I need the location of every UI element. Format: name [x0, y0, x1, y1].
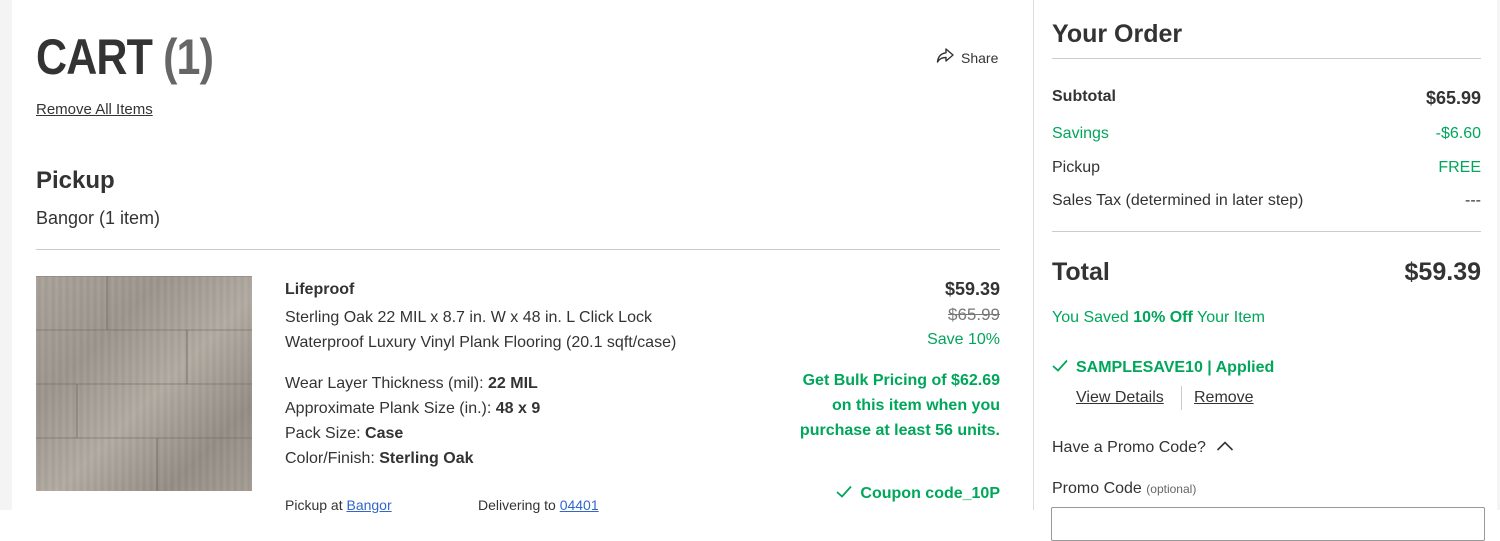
chevron-up-icon	[1216, 439, 1234, 457]
promo-applied-label: SAMPLESAVE10 | Applied	[1076, 359, 1275, 376]
delivery-zip-link[interactable]: 04401	[560, 497, 599, 513]
spec-row: Wear Layer Thickness (mil): 22 MIL	[285, 375, 538, 392]
spec-value: Case	[365, 425, 404, 442]
remove-promo-link[interactable]: Remove	[1194, 389, 1254, 407]
cart-count: (1)	[163, 29, 214, 85]
item-save-text: Save 10%	[927, 331, 1000, 348]
share-icon	[936, 48, 954, 67]
link-separator	[1181, 386, 1182, 410]
subtotal-value: $65.99	[1425, 88, 1481, 108]
savings-row: Savings -$6.60	[1052, 125, 1481, 143]
savings-value: -$6.60	[1435, 125, 1481, 142]
spec-value: 22 MIL	[488, 375, 538, 392]
spec-value: 48 x 9	[495, 400, 541, 417]
order-divider	[1052, 58, 1481, 59]
subtotal-row: Subtotal $65.99	[1052, 88, 1481, 109]
delivering-to-line: Delivering to 04401	[478, 497, 599, 513]
pickup-fee-value: FREE	[1438, 159, 1481, 176]
promo-code-toggle-label: Have a Promo Code?	[1052, 439, 1206, 456]
order-divider	[1052, 231, 1481, 232]
coupon-label: Coupon code_10P	[860, 485, 1000, 502]
total-row: Total $59.39	[1052, 258, 1481, 287]
pickup-store-link[interactable]: Bangor	[346, 497, 391, 513]
item-was-price: $65.99	[948, 305, 1000, 324]
sales-tax-row: Sales Tax (determined in later step) ---	[1052, 192, 1481, 210]
spec-row: Pack Size: Case	[285, 425, 404, 442]
section-divider	[36, 249, 1000, 250]
page-gutter-left	[0, 0, 12, 510]
column-divider	[1033, 0, 1034, 510]
promo-code-label: Promo Code (optional)	[1052, 480, 1197, 497]
product-image[interactable]	[36, 276, 252, 491]
total-value: $59.39	[1404, 258, 1481, 286]
promo-optional-hint: (optional)	[1146, 482, 1197, 496]
remove-all-items-link[interactable]: Remove All Items	[36, 101, 153, 118]
bulk-pricing-message: Get Bulk Pricing of $62.69 on this item …	[799, 372, 1000, 439]
item-coupon: Coupon code_10P	[836, 485, 1000, 503]
cart-title: CART (1)	[36, 28, 214, 86]
pickup-fee-label: Pickup	[1052, 159, 1101, 176]
pickup-fee-row: Pickup FREE	[1052, 159, 1481, 177]
spec-row: Approximate Plank Size (in.): 48 x 9	[285, 400, 541, 417]
sales-tax-value: ---	[1465, 192, 1481, 209]
check-icon	[1052, 359, 1068, 377]
sales-tax-label: Sales Tax (determined in later step)	[1052, 192, 1304, 209]
share-button[interactable]: Share	[936, 48, 998, 67]
total-label: Total	[1052, 258, 1110, 286]
subtotal-label: Subtotal	[1052, 88, 1116, 105]
spec-value: Sterling Oak	[379, 450, 474, 467]
spec-row: Color/Finish: Sterling Oak	[285, 450, 474, 467]
product-title-link[interactable]: Sterling Oak 22 MIL x 8.7 in. W x 48 in.…	[285, 305, 715, 355]
promo-code-input[interactable]	[1051, 507, 1485, 541]
pickup-at-line: Pickup at Bangor	[285, 497, 392, 513]
promo-code-toggle[interactable]: Have a Promo Code?	[1052, 439, 1234, 457]
pickup-heading: Pickup	[36, 167, 115, 194]
product-specs: Wear Layer Thickness (mil): 22 MIL Appro…	[285, 371, 540, 471]
promo-applied: SAMPLESAVE10 | Applied	[1052, 359, 1274, 377]
pickup-store-line: Bangor (1 item)	[36, 208, 161, 228]
you-saved-message: You Saved 10% Off Your Item	[1052, 309, 1265, 326]
view-details-link[interactable]: View Details	[1076, 389, 1164, 407]
item-price: $59.39	[944, 279, 1000, 299]
product-brand: Lifeproof	[285, 281, 355, 298]
cart-title-text: CART	[36, 29, 153, 85]
share-label: Share	[961, 49, 999, 66]
check-icon	[836, 485, 853, 503]
order-summary-title: Your Order	[1052, 20, 1183, 48]
savings-label: Savings	[1052, 125, 1109, 142]
